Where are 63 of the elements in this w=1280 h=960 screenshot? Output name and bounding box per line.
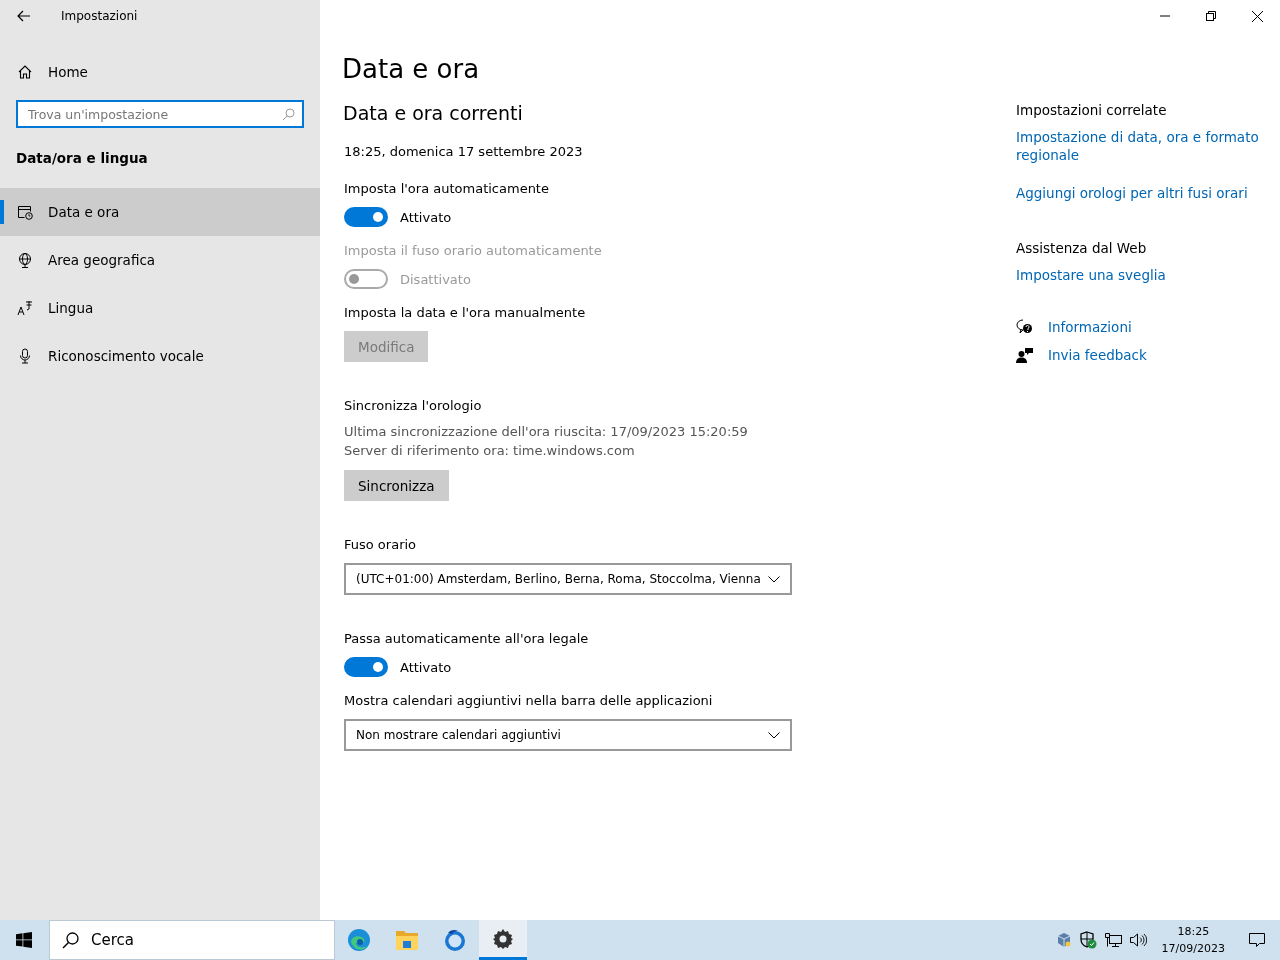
folder-icon — [395, 929, 419, 951]
globe-icon — [17, 252, 33, 268]
related-link[interactable]: Aggiungi orologi per altri fusi orari — [1016, 184, 1266, 202]
nav-item[interactable]: Area geografica — [0, 236, 320, 284]
sync-info: Server di riferimento ora: time.windows.com — [344, 442, 636, 460]
setting-label: Imposta l'ora automaticamente — [344, 180, 550, 198]
toggle-switch[interactable] — [344, 657, 388, 677]
calendar-clock-icon — [17, 204, 33, 220]
bird-mail-icon — [443, 928, 467, 952]
shield-check-icon — [1078, 931, 1097, 949]
setting-label: Mostra calendari aggiuntivi nella barra delle applicazioni — [344, 692, 714, 710]
toggle-state: Disattivato — [400, 271, 471, 287]
person-feedback-icon — [1016, 347, 1033, 363]
page-title: Data e ora — [342, 54, 481, 84]
chevron-down-icon — [768, 731, 780, 739]
notification-icon[interactable] — [1248, 932, 1266, 948]
windows-start-icon[interactable] — [16, 932, 32, 948]
nav-item[interactable]: Riconoscimento vocale — [0, 332, 320, 380]
settings-icon — [493, 928, 513, 949]
section-heading: Data/ora e lingua — [16, 150, 149, 166]
chat-help-icon — [1016, 319, 1033, 335]
sync-info: Ultima sincronizzazione dell'ora riuscita: 17/09/2023 15:20:59 — [344, 423, 749, 441]
toggle-state: Attivato — [400, 659, 452, 675]
section-title: Data e ora correnti — [343, 102, 524, 124]
toggle-switch[interactable] — [344, 207, 388, 227]
back-arrow-icon[interactable] — [17, 10, 31, 22]
network-icon — [1103, 932, 1122, 948]
microphone-icon — [17, 348, 33, 364]
web-help-link[interactable]: Impostare una sveglia — [1016, 266, 1266, 284]
nav-item[interactable]: Data e ora — [0, 188, 320, 236]
browser-icon — [347, 928, 371, 952]
web-help-heading: Assistenza dal Web — [1016, 240, 1148, 256]
setting-label: Imposta il fuso orario automaticamente — [344, 242, 603, 260]
setting-label: Passa automaticamente all'ora legale — [344, 630, 590, 648]
setting-label: Sincronizza l'orologio — [344, 397, 483, 415]
home-link[interactable]: Home — [17, 54, 320, 90]
taskbar-app-button[interactable] — [479, 920, 527, 960]
restore-icon[interactable] — [1206, 11, 1216, 21]
current-date-time: 18:25, domenica 17 settembre 2023 — [344, 144, 584, 159]
help-link[interactable]: Invia feedback — [1048, 346, 1147, 364]
close-icon[interactable] — [1252, 10, 1263, 22]
search-icon — [62, 931, 79, 949]
nav-item[interactable]: Lingua — [0, 284, 320, 332]
related-link[interactable]: Impostazione di data, ora e formato regionale — [1016, 128, 1266, 164]
window-title: Impostazioni — [61, 9, 138, 23]
speaker-icon — [1128, 932, 1147, 948]
dropdown[interactable]: (UTC+01:00) Amsterdam, Berlino, Berna, Roma, Stoccolma, Vienna — [344, 563, 792, 595]
setting-label: Fuso orario — [344, 536, 418, 554]
chevron-down-icon — [768, 575, 780, 583]
search-icon — [282, 108, 295, 121]
toggle-state: Attivato — [400, 209, 452, 225]
taskbar-search-box[interactable]: Cerca — [49, 920, 335, 960]
change-button: Modifica — [344, 331, 429, 362]
taskbar-clock[interactable]: 18:25 17/09/2023 — [1161, 923, 1225, 957]
sync-button[interactable]: Sincronizza — [344, 470, 449, 501]
language-icon — [17, 300, 33, 316]
dropdown[interactable]: Non mostrare calendari aggiuntivi — [344, 719, 792, 751]
related-heading: Impostazioni correlate — [1016, 102, 1168, 118]
home-icon — [17, 64, 33, 80]
setting-label: Imposta la data e l'ora manualmente — [344, 304, 587, 322]
cube-icon — [1055, 932, 1072, 948]
search-field[interactable]: Trova un'impostazione — [16, 100, 304, 128]
help-link[interactable]: Informazioni — [1048, 318, 1132, 336]
